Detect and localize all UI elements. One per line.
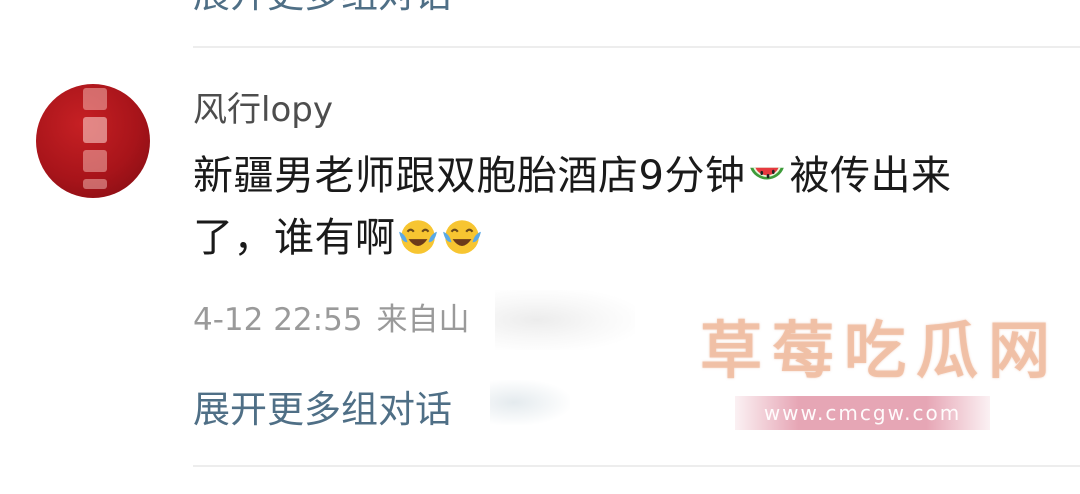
- comment-location: 来自山西: [376, 302, 469, 338]
- avatar[interactable]: [36, 84, 150, 198]
- comment-text-line-2: 了，谁有啊: [193, 215, 396, 261]
- comment-timestamp: 4-12 22:55: [193, 302, 363, 338]
- blur-overlay: [490, 380, 570, 425]
- comment-text-part-2: 被传出来: [789, 153, 952, 199]
- watermark-banner: www.cmcgw.com: [735, 396, 990, 430]
- expand-conversation-link[interactable]: 展开更多组对话: [193, 385, 452, 435]
- watermark-url: www.cmcgw.com: [763, 401, 962, 425]
- comment-meta: 4-12 22:55 来自山西: [193, 300, 469, 340]
- comment-text: 新疆男老师跟双胞胎酒店9分钟 被传出来 了，谁有啊: [193, 145, 1033, 269]
- watermelon-emoji-icon: [750, 167, 785, 180]
- divider: [193, 46, 1080, 48]
- comment-username[interactable]: 风行lopy: [193, 88, 333, 132]
- laugh-cry-icon: [398, 220, 437, 254]
- watermark-text: 草莓吃瓜网: [700, 314, 1061, 387]
- divider: [193, 465, 1080, 467]
- comment-text-part-1: 新疆男老师跟双胞胎酒店9分钟: [193, 153, 746, 199]
- comment-line-2: 了，谁有啊: [193, 207, 1033, 269]
- prev-expand-conversation-link[interactable]: 展开更多组对话: [193, 0, 452, 13]
- laugh-cry-icon: [442, 220, 481, 254]
- avatar-image: [80, 88, 110, 198]
- comment-line-1: 新疆男老师跟双胞胎酒店9分钟 被传出来: [193, 145, 1033, 207]
- blur-overlay: [495, 290, 635, 350]
